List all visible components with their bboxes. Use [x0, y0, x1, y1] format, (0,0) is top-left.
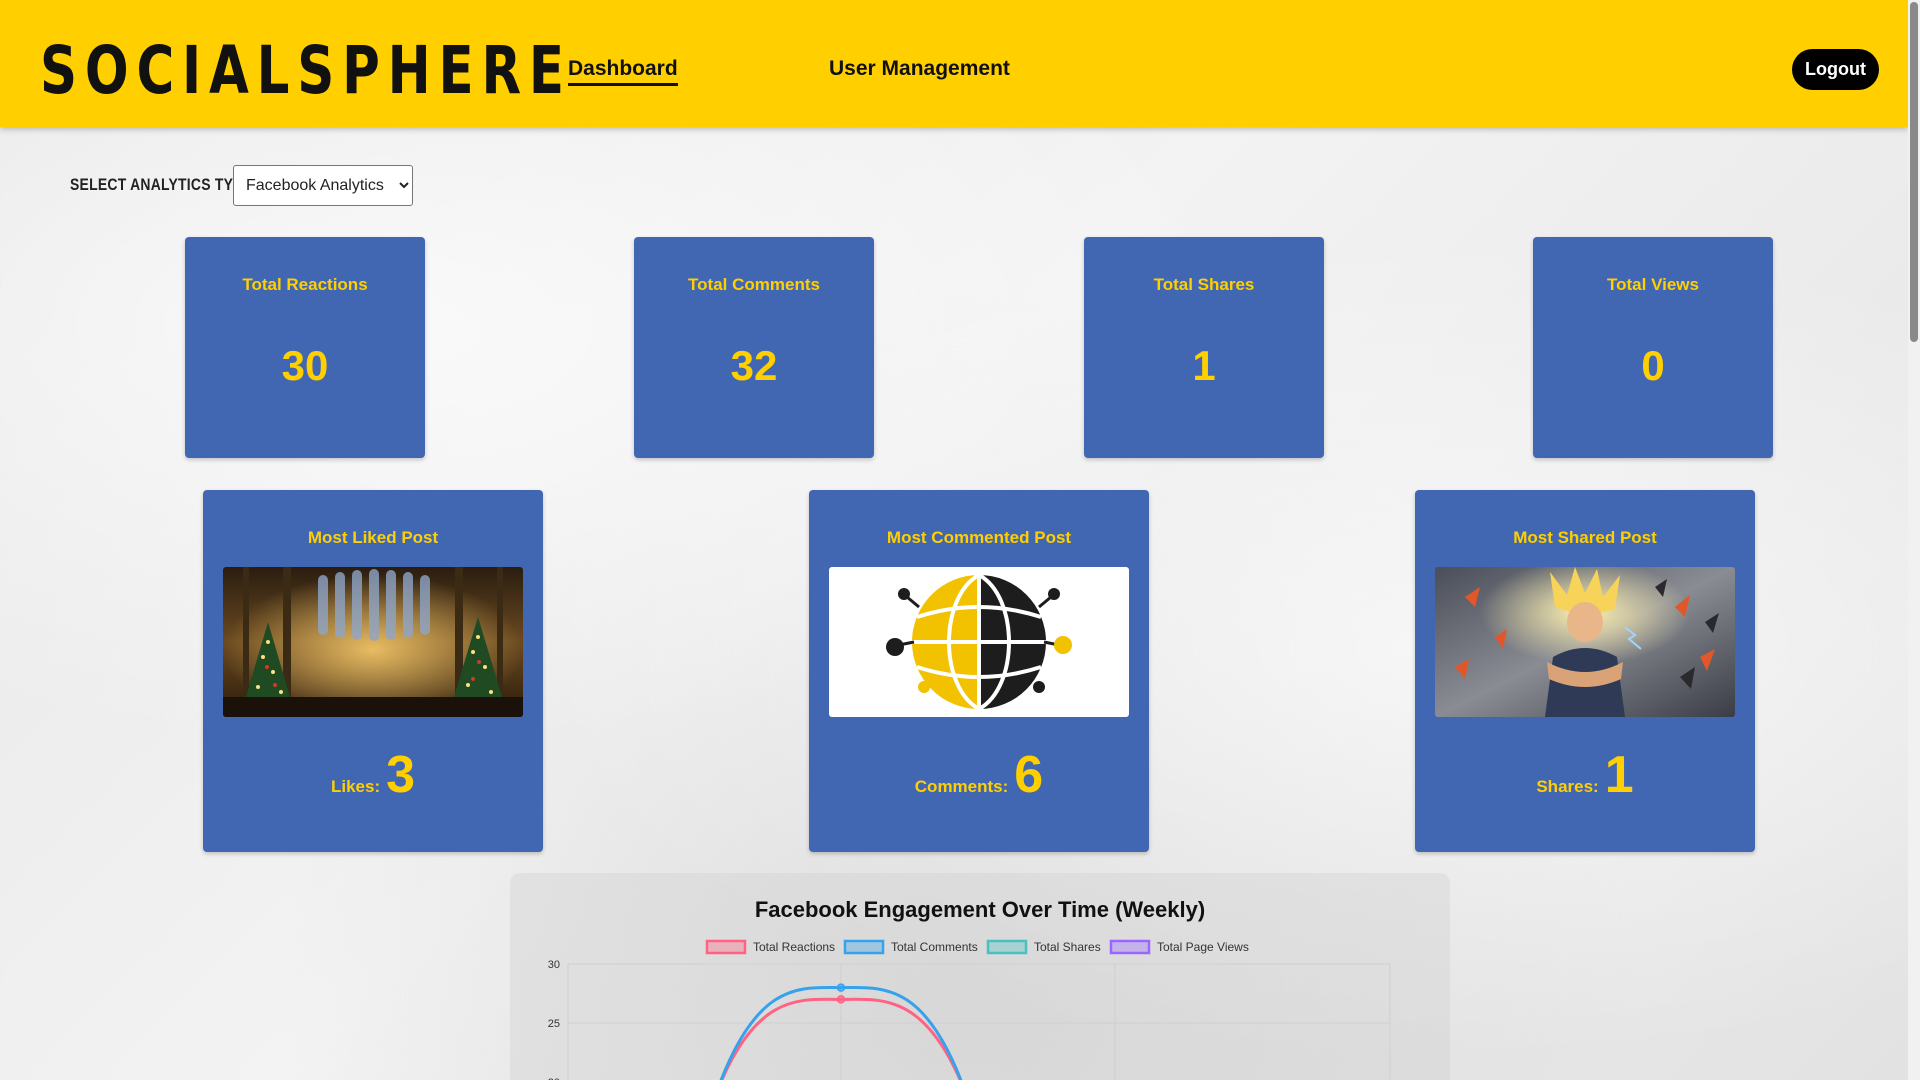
stat-title: Total Views	[1607, 275, 1699, 294]
stat-card-shares: Total Shares 1	[1084, 237, 1324, 458]
page-scrollbar[interactable]	[1908, 0, 1920, 1080]
legend-label-2: Total Shares	[1034, 940, 1101, 954]
engagement-chart-panel: Facebook Engagement Over Time (Weekly) T…	[510, 873, 1450, 1080]
legend-label-1: Total Comments	[891, 940, 978, 954]
post-card-most-liked: Most Liked Post Likes: 3	[203, 490, 543, 852]
shares-label: Shares:	[1536, 777, 1599, 796]
post-image-anime-warrior[interactable]	[1435, 567, 1735, 717]
stat-value: 1	[1192, 342, 1216, 389]
analytics-type-label: SELECT ANALYTICS TYPE:	[70, 175, 258, 194]
comments-value: 6	[1014, 746, 1044, 804]
likes-label: Likes:	[330, 777, 381, 796]
post-metric: Shares: 1	[1415, 745, 1755, 805]
logout-button[interactable]: Logout	[1792, 49, 1879, 90]
legend-swatch-1	[843, 939, 885, 955]
stat-value: 30	[281, 342, 329, 389]
likes-value: 3	[386, 746, 416, 804]
stat-title: Total Reactions	[242, 275, 368, 294]
stat-value: 32	[730, 342, 778, 389]
series-point-0	[836, 995, 846, 1004]
post-card-most-commented: Most Commented Post Comments: 6	[809, 490, 1149, 852]
post-image-globe-logo[interactable]	[829, 567, 1129, 717]
post-title: Most Commented Post	[886, 528, 1072, 547]
legend-label-0: Total Reactions	[753, 940, 835, 954]
stat-card-comments: Total Comments 32	[634, 237, 874, 458]
legend-swatch-2	[986, 939, 1028, 955]
scrollbar-thumb[interactable]	[1910, 2, 1918, 342]
post-metric: Likes: 3	[203, 745, 543, 805]
stat-card-reactions: Total Reactions 30	[185, 237, 425, 458]
y-tick-0: 30	[548, 959, 560, 971]
post-card-most-shared: Most Shared Post Shares: 1	[1415, 490, 1755, 852]
stat-title: Total Comments	[688, 275, 820, 294]
analytics-type-select[interactable]: Facebook Analytics	[233, 165, 413, 206]
post-title: Most Shared Post	[1513, 528, 1657, 547]
stat-card-views: Total Views 0	[1533, 237, 1773, 458]
engagement-chart[interactable]: Total Reactions Total Comments Total Share…	[510, 873, 1450, 1080]
nav-dashboard[interactable]: Dashboard	[568, 56, 678, 86]
legend-label-3: Total Page Views	[1157, 940, 1249, 954]
top-header: SOCIALSPHERE Dashboard User Management L…	[0, 0, 1908, 127]
post-image-cathedral[interactable]	[223, 567, 523, 717]
post-metric: Comments: 6	[809, 745, 1149, 805]
legend-swatch-0	[705, 939, 747, 955]
stat-title: Total Shares	[1153, 275, 1255, 294]
comments-label: Comments:	[914, 777, 1009, 796]
shares-value: 1	[1604, 746, 1634, 804]
app-logo[interactable]: SOCIALSPHERE	[40, 30, 572, 112]
legend-swatch-3	[1109, 939, 1151, 955]
post-title: Most Liked Post	[307, 528, 439, 547]
nav-user-management[interactable]: User Management	[829, 56, 1010, 82]
stat-value: 0	[1641, 342, 1665, 389]
series-point-1	[836, 983, 846, 992]
y-tick-1: 25	[548, 1018, 560, 1030]
